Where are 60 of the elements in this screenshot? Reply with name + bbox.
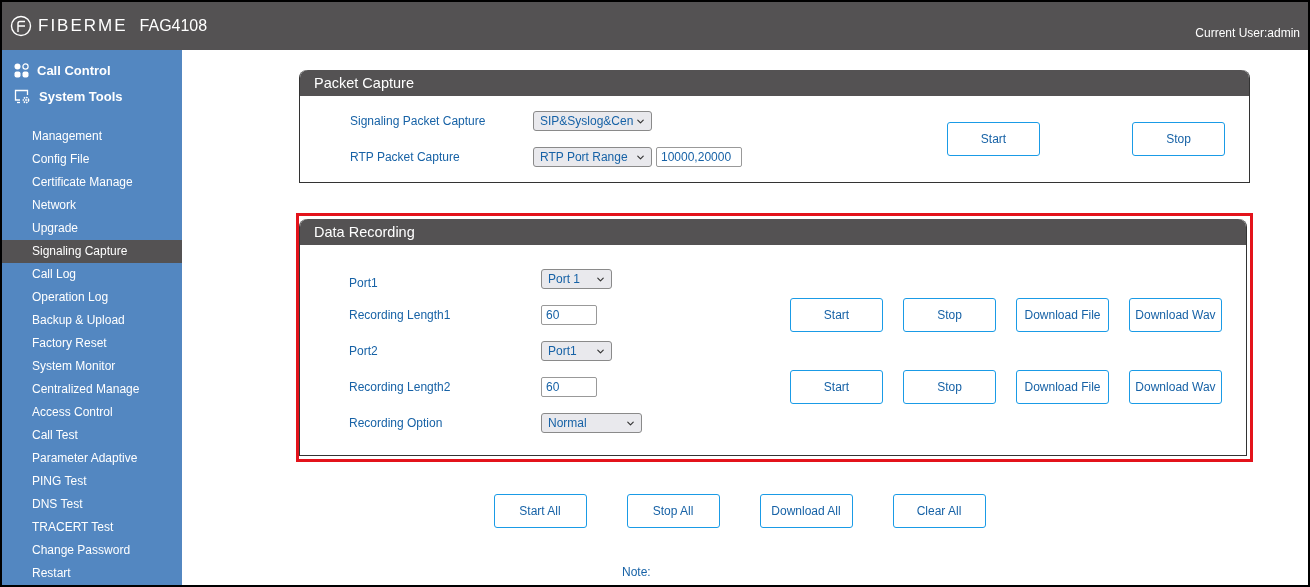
field-label: Port2: [349, 344, 379, 358]
field-label: Recording Length1: [349, 308, 452, 322]
sidebar-item[interactable]: Operation Log: [2, 286, 182, 309]
dropdown[interactable]: RTP Port Range: [533, 147, 652, 167]
menu-group[interactable]: Call Control: [37, 62, 111, 78]
dropdown[interactable]: Port 1: [541, 269, 612, 289]
sidebar-item[interactable]: Call Test: [2, 424, 182, 447]
sidebar-item[interactable]: Restart: [2, 562, 182, 585]
sidebar-item[interactable]: Factory Reset: [2, 332, 182, 355]
input-field[interactable]: 60: [541, 305, 597, 325]
action-button[interactable]: Stop: [903, 370, 996, 404]
action-button[interactable]: Start: [947, 122, 1040, 156]
sidebar-item[interactable]: Centralized Manage: [2, 378, 182, 401]
action-button[interactable]: Download File: [1016, 298, 1109, 332]
sidebar-item[interactable]: Management: [2, 125, 182, 148]
model-name: FAG4108: [139, 17, 208, 35]
field-label: Recording Option: [349, 416, 444, 430]
input-field[interactable]: 60: [541, 377, 597, 397]
sidebar-item[interactable]: Call Log: [2, 263, 182, 286]
field-label: Recording Length2: [349, 380, 452, 394]
action-button[interactable]: Start All: [493, 494, 587, 528]
monitor-gear-icon: [14, 88, 31, 104]
apps-icon: [14, 62, 29, 78]
panel-title: Data Recording: [300, 219, 1246, 245]
action-button[interactable]: Download Wav: [1129, 298, 1222, 332]
action-button[interactable]: Stop All: [626, 494, 720, 528]
action-button[interactable]: Start: [790, 298, 883, 332]
action-button[interactable]: Stop: [903, 298, 996, 332]
sidebar-item[interactable]: Change Password: [2, 539, 182, 562]
sidebar-item[interactable]: Upgrade: [2, 217, 182, 240]
sidebar-item[interactable]: DNS Test: [2, 493, 182, 516]
sidebar-item[interactable]: Signaling Capture: [2, 240, 182, 263]
sidebar-item[interactable]: Config File: [2, 148, 182, 171]
sidebar-item[interactable]: Parameter Adaptive: [2, 447, 182, 470]
field-label: Port1: [349, 275, 379, 290]
dropdown[interactable]: SIP&Syslog&Cen: [533, 111, 652, 131]
brand-name: FIBERME: [38, 16, 128, 36]
panel-title: Packet Capture: [300, 70, 1249, 96]
logo-icon: [10, 15, 32, 37]
sidebar-item[interactable]: Certificate Manage: [2, 171, 182, 194]
action-button[interactable]: Download Wav: [1129, 370, 1222, 404]
field-label: RTP Packet Capture: [350, 150, 461, 164]
sidebar-item[interactable]: System Monitor: [2, 355, 182, 378]
sidebar-item[interactable]: PING Test: [2, 470, 182, 493]
sidebar-item[interactable]: Access Control: [2, 401, 182, 424]
action-button[interactable]: Download All: [759, 494, 853, 528]
action-button[interactable]: Download File: [1016, 370, 1109, 404]
menu-group[interactable]: System Tools: [39, 88, 123, 104]
sidebar-item[interactable]: TRACERT Test: [2, 516, 182, 539]
dropdown[interactable]: Port1: [541, 341, 612, 361]
note-label: Note:: [622, 565, 652, 579]
action-button[interactable]: Stop: [1132, 122, 1225, 156]
sidebar-item[interactable]: Network: [2, 194, 182, 217]
current-user: Current User:admin: [1195, 26, 1300, 40]
input-field[interactable]: 10000,20000: [656, 147, 742, 167]
sidebar-item[interactable]: Backup & Upload: [2, 309, 182, 332]
action-button[interactable]: Start: [790, 370, 883, 404]
field-label: Signaling Packet Capture: [350, 114, 487, 128]
dropdown[interactable]: Normal: [541, 413, 642, 433]
action-button[interactable]: Clear All: [892, 494, 986, 528]
